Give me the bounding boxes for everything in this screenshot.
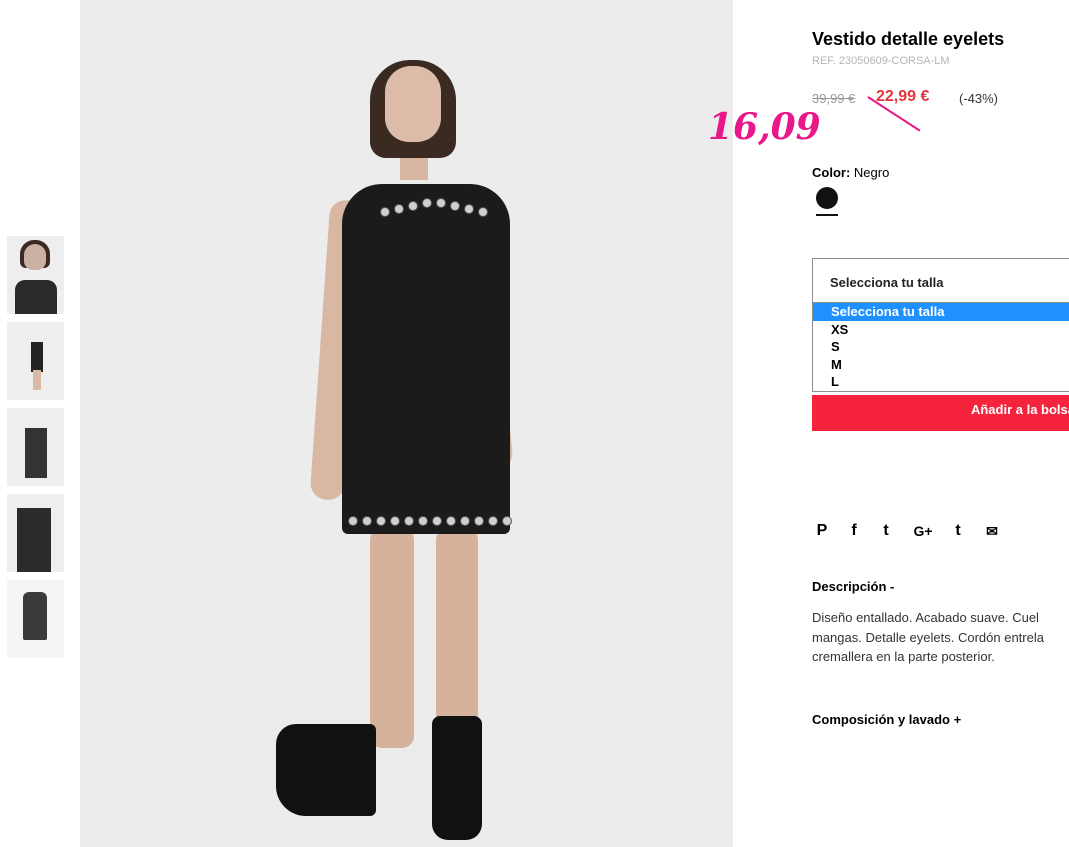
eyelet	[464, 203, 474, 214]
model-figure	[370, 528, 414, 748]
eyelet	[432, 516, 442, 526]
product-main-image[interactable]	[80, 0, 733, 847]
eyelet	[408, 200, 418, 211]
handwritten-price-annotation: 16,09	[708, 106, 821, 148]
thumb-figure	[33, 370, 41, 390]
eyelet	[394, 203, 404, 214]
product-info: Vestido detalle eyelets REF. 23050609-CO…	[812, 0, 1069, 847]
thumbnail-4[interactable]	[7, 494, 64, 572]
eyelet	[446, 516, 456, 526]
swatch-selected-indicator	[816, 214, 838, 216]
thumbnail-list	[7, 236, 64, 666]
eyelet	[362, 516, 372, 526]
mail-icon[interactable]: ✉	[982, 520, 1002, 542]
product-ref: REF. 23050609-CORSA-LM	[812, 55, 950, 67]
size-dropdown: Selecciona tu talla XS S M L	[812, 303, 1069, 392]
eyelet	[460, 516, 470, 526]
discount-badge: (-43%)	[959, 91, 999, 106]
thumb-figure	[17, 508, 51, 572]
dress-figure	[342, 184, 510, 534]
eyelet	[488, 516, 498, 526]
add-to-bag-button[interactable]: Añadir a la bolsa	[812, 395, 1069, 431]
eyelet	[404, 516, 414, 526]
size-option-l[interactable]: L	[813, 373, 1069, 391]
eyelet	[348, 516, 358, 526]
eyelet	[376, 516, 386, 526]
sale-price: 22,99 €	[876, 88, 930, 105]
boot-figure	[432, 716, 482, 840]
description-line: mangas. Detalle eyelets. Cordón entrela	[812, 629, 1044, 645]
eyelet	[478, 206, 488, 217]
thumb-figure	[25, 428, 47, 478]
thumb-figure	[23, 592, 47, 640]
thumb-figure	[31, 342, 43, 372]
add-to-bag-label: Añadir a la bolsa	[970, 402, 1069, 417]
color-value: Negro	[853, 165, 890, 180]
boot-figure	[276, 724, 376, 816]
pinterest-icon[interactable]: P	[812, 520, 832, 542]
eyelet	[502, 516, 512, 526]
google-plus-icon[interactable]: G+	[910, 520, 936, 542]
tumblr-icon[interactable]: t	[948, 520, 968, 542]
description-line: Diseño entallado. Acabado suave. Cuel	[812, 610, 1039, 625]
thumbnail-1[interactable]	[7, 236, 64, 314]
size-select[interactable]: Selecciona tu talla	[812, 258, 1069, 303]
thumb-figure	[24, 244, 46, 270]
old-price: 39,99 €	[812, 91, 856, 106]
description-toggle[interactable]: Descripción -	[812, 579, 894, 594]
thumbnail-5[interactable]	[7, 580, 64, 658]
model-figure	[436, 528, 478, 748]
eyelet	[422, 197, 432, 208]
composition-toggle[interactable]: Composición y lavado +	[812, 712, 961, 727]
eyelet	[390, 516, 400, 526]
facebook-icon[interactable]: f	[844, 520, 864, 542]
color-row: Color: Negro	[812, 165, 889, 180]
size-option-s[interactable]: S	[813, 338, 1069, 356]
thumbnail-3[interactable]	[7, 408, 64, 486]
eyelet	[450, 200, 460, 211]
size-option[interactable]: Selecciona tu talla	[813, 303, 1069, 321]
eyelet	[380, 206, 390, 217]
color-swatch-black[interactable]	[816, 187, 838, 209]
description-line: cremallera en la parte posterior.	[812, 649, 995, 664]
size-option-xs[interactable]: XS	[813, 321, 1069, 339]
eyelet	[436, 197, 446, 208]
description-text: Diseño entallado. Acabado suave. Cuel ma…	[812, 608, 1069, 667]
twitter-icon[interactable]: t	[876, 520, 896, 542]
eyelet	[418, 516, 428, 526]
eyelet	[474, 516, 484, 526]
size-option-m[interactable]: M	[813, 356, 1069, 374]
thumb-figure	[15, 280, 57, 314]
product-title: Vestido detalle eyelets	[812, 29, 1005, 49]
thumbnail-2[interactable]	[7, 322, 64, 400]
model-figure	[385, 66, 441, 142]
color-label: Color:	[812, 165, 851, 180]
